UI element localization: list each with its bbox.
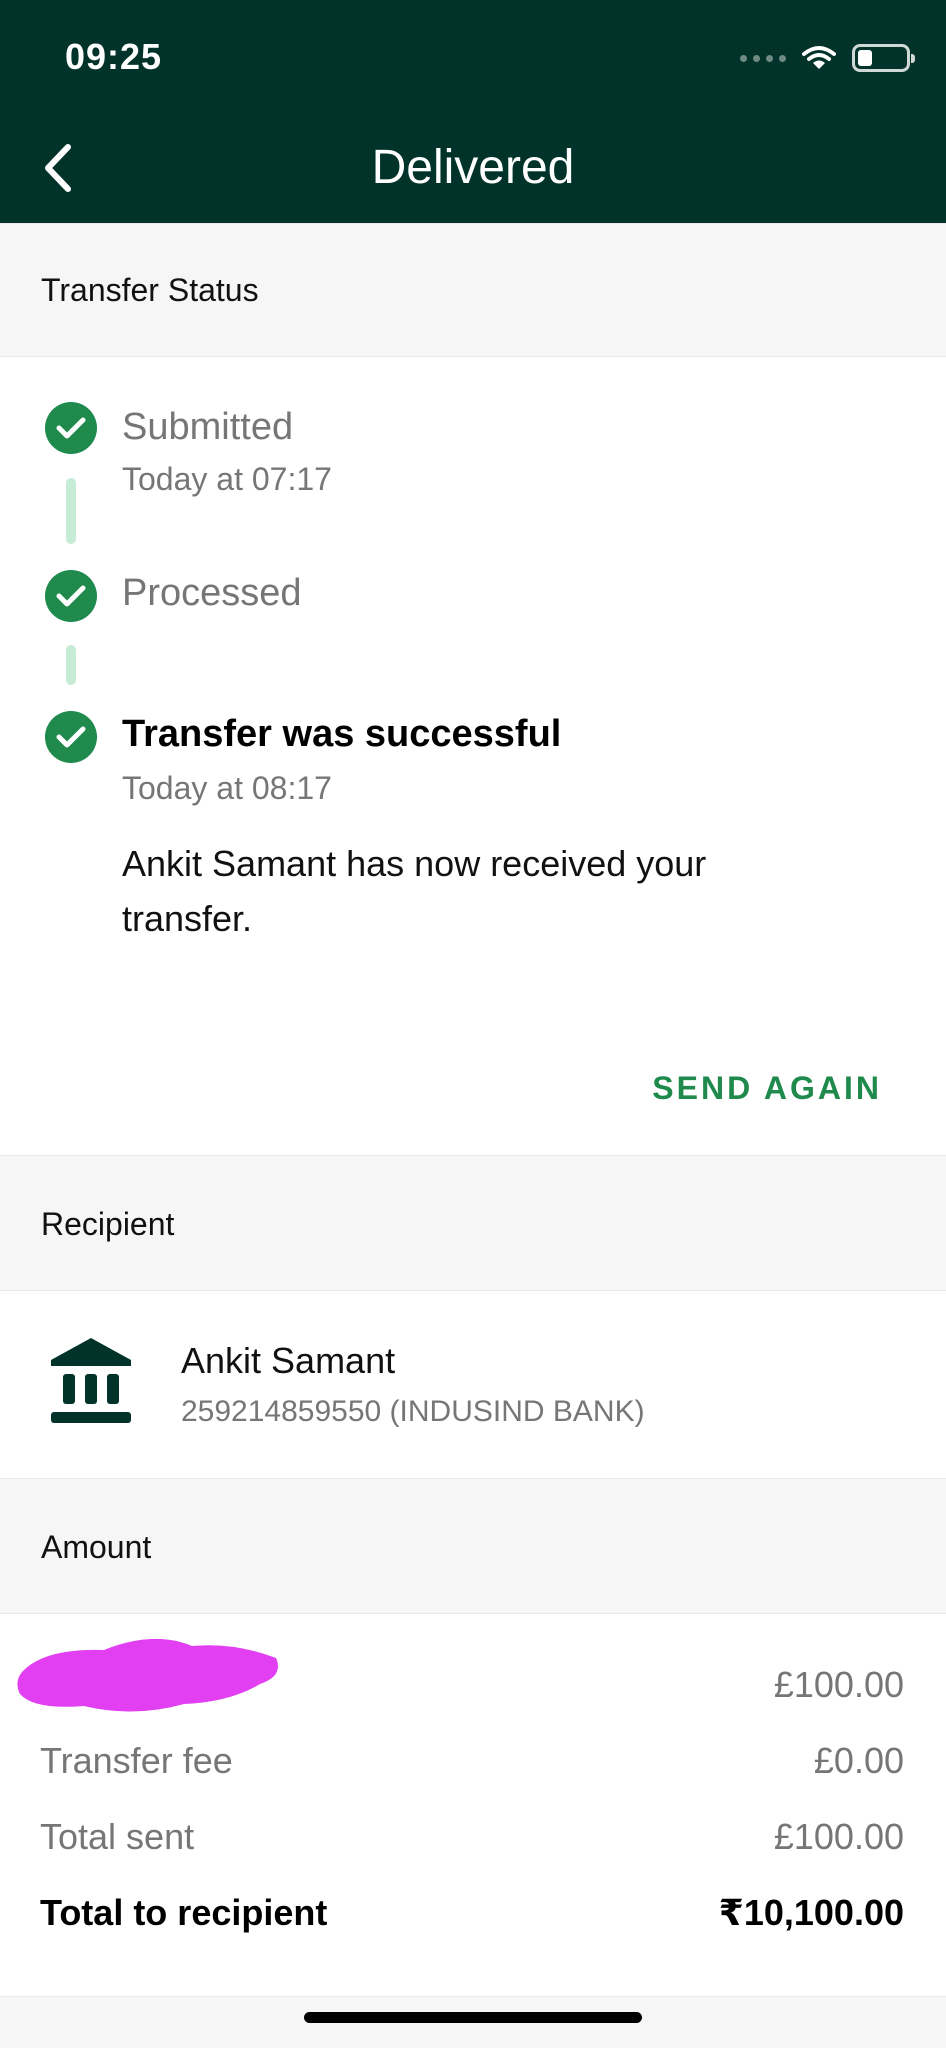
step-submitted-time: Today at 07:17 xyxy=(122,461,332,497)
total-to-recipient-label: Total to recipient xyxy=(40,1892,328,1933)
status-time: 09:25 xyxy=(65,36,163,77)
step-success-title: Transfer was successful xyxy=(122,713,562,755)
timeline-connector xyxy=(66,645,76,685)
check-circle-icon xyxy=(45,711,97,763)
status-icons xyxy=(740,40,915,76)
recipient-name: Ankit Samant xyxy=(181,1340,396,1381)
step-success-time: Today at 08:17 xyxy=(122,770,332,806)
transfer-fee-label: Transfer fee xyxy=(40,1740,233,1781)
app-header: 09:25 Delivered xyxy=(0,0,946,223)
wifi-icon xyxy=(802,46,836,69)
total-sent-value: £100.00 xyxy=(773,1816,904,1857)
battery-icon xyxy=(852,44,915,72)
recipient-account: 259214859550 (INDUSIND BANK) xyxy=(181,1395,645,1428)
send-again-button[interactable]: SEND AGAIN xyxy=(652,1070,882,1107)
transfer-status-label: Transfer Status xyxy=(41,272,259,308)
check-circle-icon xyxy=(45,402,97,454)
total-sent-label: Total sent xyxy=(40,1816,195,1857)
step-processed-title: Processed xyxy=(122,572,302,614)
step-submitted-title: Submitted xyxy=(122,406,294,448)
home-indicator[interactable] xyxy=(304,2012,642,2023)
page-title: Delivered xyxy=(371,141,575,194)
amount-label: Amount xyxy=(41,1529,152,1565)
redaction-scribble xyxy=(17,1638,279,1712)
step-success-description: Ankit Samant has now received your trans… xyxy=(122,843,707,939)
recipient-header: Recipient xyxy=(0,1155,946,1291)
amount-sent-value: £100.00 xyxy=(773,1664,904,1705)
cellular-signal-icon xyxy=(740,54,786,62)
timeline-connector xyxy=(66,478,76,544)
transfer-status-header: Transfer Status xyxy=(0,223,946,357)
recipient-label: Recipient xyxy=(41,1206,175,1242)
total-to-recipient-value: ₹10,100.00 xyxy=(718,1892,904,1933)
check-circle-icon xyxy=(45,570,97,622)
amount-header: Amount xyxy=(0,1478,946,1614)
bank-icon xyxy=(51,1338,131,1423)
transfer-fee-value: £0.00 xyxy=(813,1740,904,1781)
